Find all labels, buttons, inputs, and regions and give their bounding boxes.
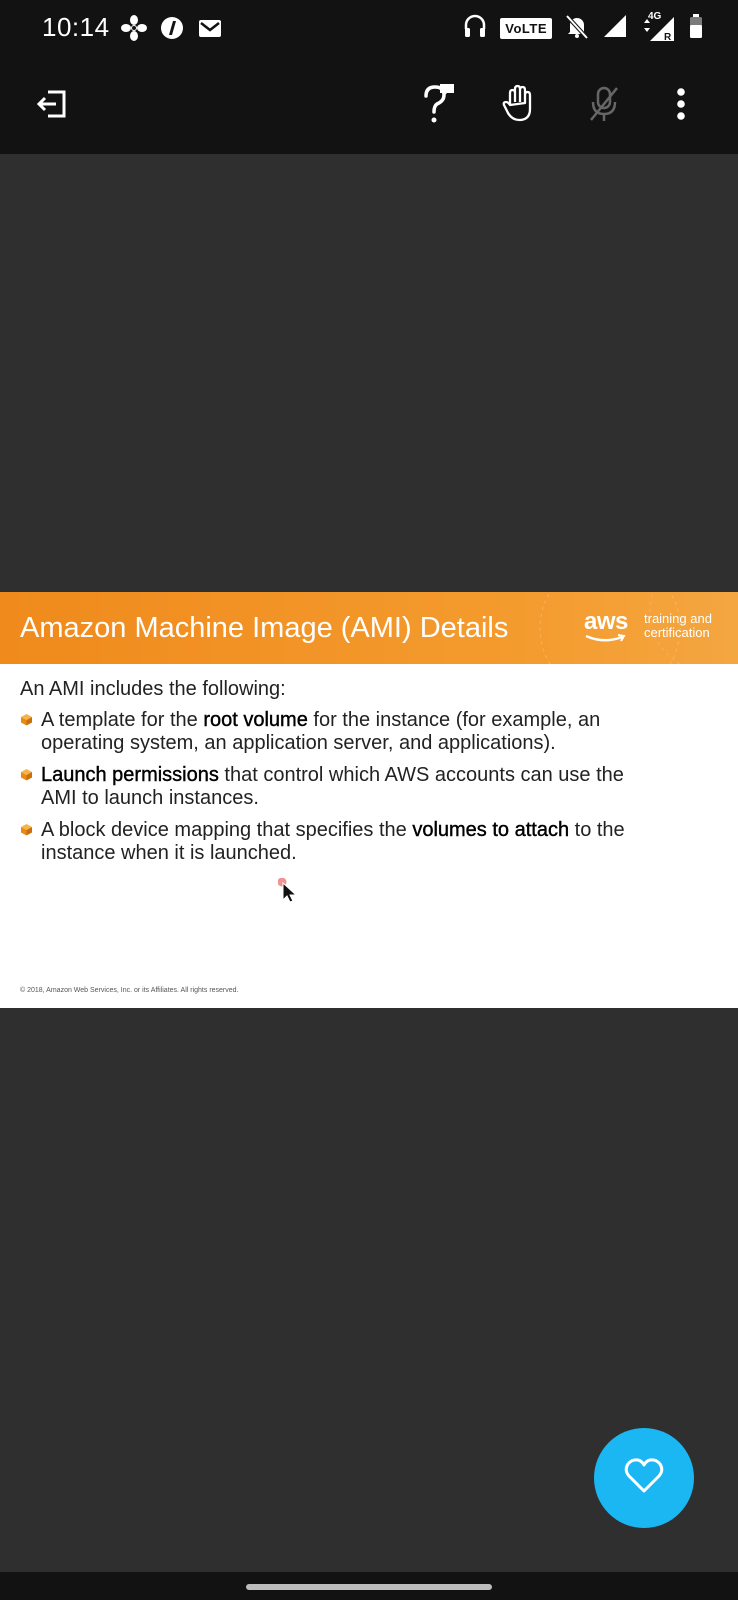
roaming-label: R <box>664 31 672 43</box>
heart-icon <box>624 1457 664 1499</box>
question-icon <box>416 82 456 131</box>
gmail-icon <box>196 14 224 47</box>
slide-copyright: © 2018, Amazon Web Services, Inc. or its… <box>20 987 239 994</box>
like-button[interactable] <box>594 1428 694 1528</box>
bullet-item: A template for the root volume for the i… <box>20 709 660 755</box>
status-bar: 10:14 VoLTE 4G R <box>0 0 738 56</box>
slide-body: An AMI includes the following: A templat… <box>20 678 660 874</box>
bullet-emphasis: volumes to attach <box>412 819 570 841</box>
network-type-label: 4G <box>648 10 662 22</box>
aws-tagline: training and certification <box>644 612 712 640</box>
home-gesture-handle[interactable] <box>246 1584 492 1590</box>
fan-icon <box>120 14 148 47</box>
signal-roaming-icon: 4G R <box>640 10 676 44</box>
volte-badge: VoLTE <box>500 18 552 39</box>
headset-icon <box>462 12 488 45</box>
exit-button[interactable] <box>26 80 78 132</box>
more-vert-icon <box>675 86 687 127</box>
mic-off-icon <box>587 84 621 129</box>
aws-smile-icon <box>585 634 626 642</box>
bullet-item: Launch permissions that control which AW… <box>20 764 660 810</box>
bullet-text: A block device mapping that specifies th… <box>41 819 413 841</box>
presentation-stage: Amazon Machine Image (AMI) Details aws t… <box>0 154 738 1572</box>
battery-icon <box>688 12 704 45</box>
slide-title: Amazon Machine Image (AMI) Details <box>20 612 509 644</box>
cube-bullet-icon <box>21 769 32 781</box>
tagline-line-1: training and <box>644 611 712 626</box>
exit-icon <box>34 86 70 127</box>
mic-button[interactable] <box>578 80 630 132</box>
slide-intro: An AMI includes the following: <box>20 678 286 700</box>
aws-logo: aws <box>584 608 628 635</box>
presenter-cursor-icon <box>277 877 300 909</box>
bullet-emphasis: root volume <box>203 709 308 731</box>
bullet-emphasis: Launch permissions <box>41 764 219 786</box>
notifications-off-icon <box>564 12 590 45</box>
cube-bullet-icon <box>21 714 32 726</box>
raise-hand-icon <box>500 84 536 129</box>
slide-header: Amazon Machine Image (AMI) Details aws t… <box>0 592 738 674</box>
toolbar <box>0 56 738 154</box>
shared-slide: Amazon Machine Image (AMI) Details aws t… <box>0 592 738 1008</box>
more-options-button[interactable] <box>655 80 707 132</box>
raise-hand-button[interactable] <box>492 80 544 132</box>
edge-icon <box>158 14 186 47</box>
bullet-text: A template for the <box>41 709 204 731</box>
system-nav-bar <box>0 1572 738 1600</box>
cube-bullet-icon <box>21 824 32 836</box>
signal-icon <box>602 12 628 45</box>
tagline-line-2: certification <box>644 625 710 640</box>
status-time: 10:14 <box>42 12 110 42</box>
question-button[interactable] <box>410 80 462 132</box>
bullet-item: A block device mapping that specifies th… <box>20 819 660 865</box>
